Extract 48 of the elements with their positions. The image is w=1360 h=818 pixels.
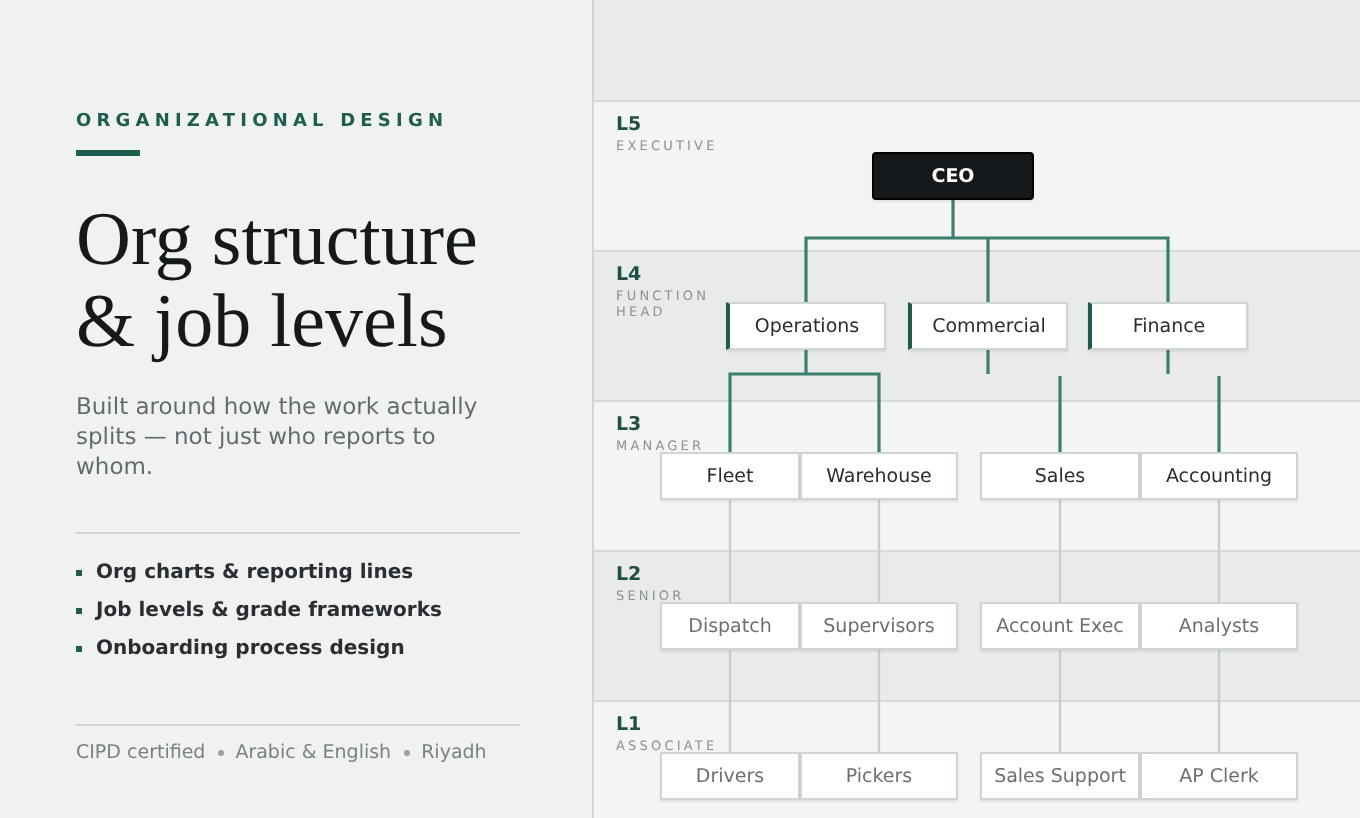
- accent-rule: [76, 150, 140, 156]
- bullet-icon: [76, 608, 82, 614]
- footer-text: Riyadh: [421, 742, 487, 764]
- org-node: Sales: [980, 452, 1140, 500]
- org-node: Analysts: [1140, 602, 1298, 650]
- org-node: Warehouse: [800, 452, 958, 500]
- level-code: L2: [616, 564, 642, 586]
- connector-line: [1166, 350, 1170, 374]
- level-code: L1: [616, 714, 642, 736]
- org-node: Fleet: [660, 452, 800, 500]
- org-node: CEO: [872, 152, 1034, 200]
- org-node: Supervisors: [800, 602, 958, 650]
- bullet-text: Org charts & reporting lines: [96, 562, 414, 584]
- footer-text: CIPD certified: [76, 742, 206, 764]
- eyebrow-label: ORGANIZATIONAL DESIGN: [76, 112, 451, 132]
- footer-text: Arabic & English: [235, 742, 392, 764]
- connector-line: [1058, 376, 1062, 452]
- connector-line: [728, 650, 732, 752]
- connector-line: [1217, 500, 1221, 602]
- level-code: L3: [616, 414, 642, 436]
- org-node: Account Exec: [980, 602, 1140, 650]
- org-node: Dispatch: [660, 602, 800, 650]
- org-node: Commercial: [908, 302, 1068, 350]
- connector-line: [1058, 500, 1062, 602]
- separator-dot-icon: [403, 750, 410, 756]
- org-node: AP Clerk: [1140, 752, 1298, 800]
- connector-line: [877, 650, 881, 752]
- bullet-icon: [76, 646, 82, 652]
- org-node: Pickers: [800, 752, 958, 800]
- org-node: Accounting: [1140, 452, 1298, 500]
- org-node: Drivers: [660, 752, 800, 800]
- org-node: Finance: [1088, 302, 1248, 350]
- level-code: L5: [616, 114, 642, 136]
- separator-dot-icon: [217, 750, 224, 756]
- connector-line: [877, 500, 881, 602]
- connector-line: [1217, 650, 1221, 752]
- bullet-text: Onboarding process design: [96, 638, 405, 660]
- connector-line: [728, 500, 732, 602]
- connector-line: [986, 350, 990, 374]
- bullet-icon: [76, 570, 82, 576]
- subtitle: Built around how the work actually splits — not just who reports to whom.: [76, 392, 480, 482]
- connector-line: [1217, 376, 1221, 452]
- bullet-text: Job levels & grade frameworks: [96, 600, 442, 622]
- connector-line: [1058, 650, 1062, 752]
- org-node: Operations: [726, 302, 886, 350]
- org-node: Sales Support: [980, 752, 1140, 800]
- headline: Org structure & job levels: [76, 200, 480, 364]
- level-code: L4: [616, 264, 642, 286]
